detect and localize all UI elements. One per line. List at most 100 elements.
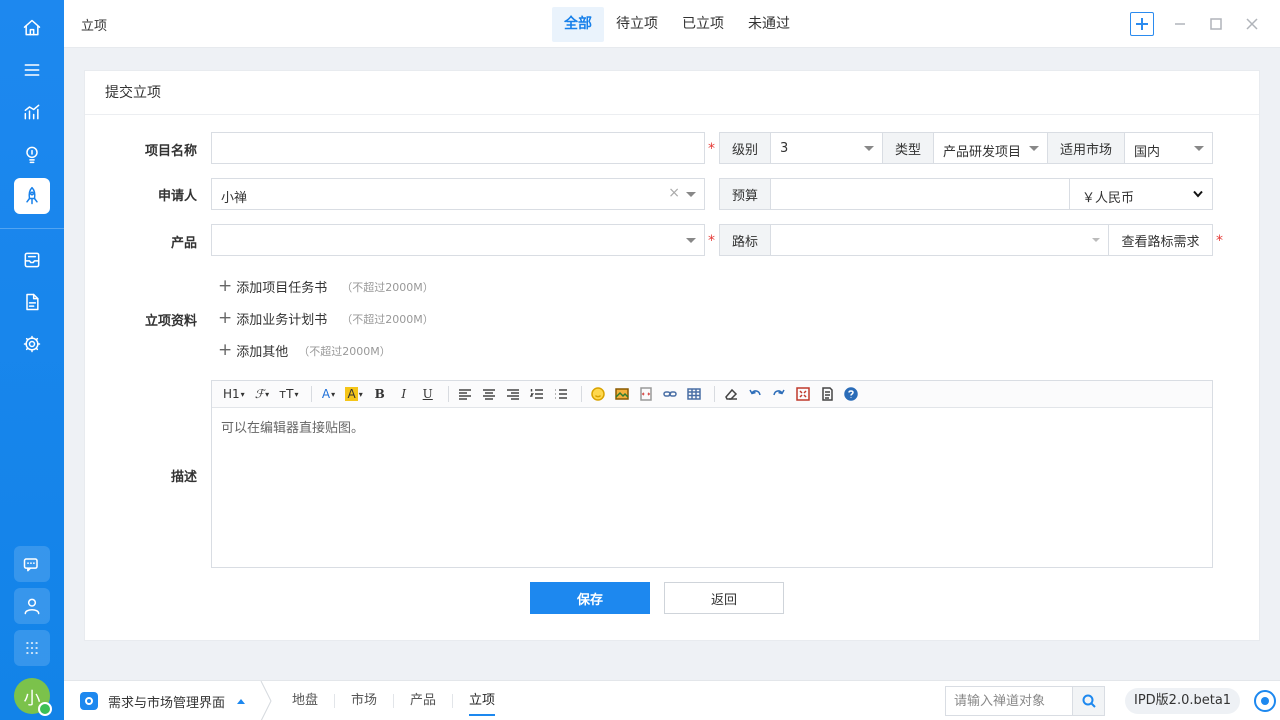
tab-all[interactable]: 全部 [552,7,604,42]
add-business-plan-button[interactable]: + 添加业务计划书 （不超过2000M） [218,308,434,329]
chevron-down-icon [1029,146,1039,151]
back-button[interactable]: 返回 [664,582,784,614]
source-icon[interactable] [817,384,837,404]
link-icon[interactable] [660,384,680,404]
home-icon[interactable] [14,10,50,46]
bold-button[interactable]: B [370,384,390,404]
tab-rejected[interactable]: 未通过 [736,7,802,42]
highlight-button[interactable]: A ▾ [342,384,365,404]
required-mark: * [1216,233,1223,249]
clear-icon[interactable]: × [668,185,680,201]
help-icon[interactable] [841,384,861,404]
applicant-select[interactable]: 小禅 × [211,178,705,210]
chevron-down-icon [864,146,874,151]
bulb-icon[interactable] [14,136,50,172]
italic-button[interactable]: I [394,384,414,404]
editor-toolbar: H1 ▾ ℱ ▾ тT ▾ A ▾ A ▾ B I U [212,381,1212,408]
online-status-icon [38,702,52,716]
code-icon[interactable] [636,384,656,404]
maximize-icon[interactable] [1204,12,1228,36]
image-icon[interactable] [612,384,632,404]
table-icon[interactable] [684,384,704,404]
tab-pending[interactable]: 待立项 [604,7,670,42]
market-select[interactable]: 国内 [1124,132,1213,164]
status-tabs: 全部 待立项 已立项 未通过 [552,7,802,42]
budget-input[interactable] [770,178,1070,210]
font-color-button[interactable]: A ▾ [318,384,338,404]
crumb-product[interactable]: 产品 [394,694,454,708]
roadmap-select[interactable] [770,224,1109,256]
rocket-icon[interactable] [14,178,50,214]
page-title: 立项 [81,19,108,34]
apps-icon[interactable] [14,630,50,666]
heading-button[interactable]: H1 ▾ [220,384,248,404]
zentao-logo-icon[interactable] [1254,690,1276,712]
align-center-icon[interactable] [479,384,499,404]
project-name-input[interactable] [211,132,705,164]
unordered-list-icon[interactable] [551,384,571,404]
close-icon[interactable] [1240,12,1264,36]
align-right-icon[interactable] [503,384,523,404]
undo-icon[interactable] [745,384,765,404]
product-select[interactable] [211,224,705,256]
plus-icon: + [218,340,233,360]
add-other-button[interactable]: + 添加其他 （不超过2000M） [218,340,391,361]
save-button[interactable]: 保存 [530,582,650,614]
align-left-icon[interactable] [455,384,475,404]
search-input[interactable] [946,687,1070,715]
doc-icon[interactable] [14,284,50,320]
left-sidebar: 小 [0,0,64,720]
redo-icon[interactable] [769,384,789,404]
chevron-down-icon [1193,190,1203,198]
search-icon[interactable] [1072,687,1104,715]
tab-approved[interactable]: 已立项 [670,7,736,42]
ordered-list-icon[interactable] [527,384,547,404]
chat-icon[interactable] [14,546,50,582]
required-mark: * [708,141,715,157]
type-label: 类型 [882,132,934,164]
chevron-down-icon [686,238,696,243]
top-bar: 立项 全部 待立项 已立项 未通过 [64,0,1280,48]
chart-icon[interactable] [14,94,50,130]
view-roadmap-button[interactable]: 查看路标需求 [1108,224,1213,256]
font-size-button[interactable]: тT ▾ [276,384,301,404]
roadmap-label: 路标 [719,224,771,256]
emoji-icon[interactable] [588,384,608,404]
underline-button[interactable]: U [418,384,438,404]
breadcrumb-separator-icon [260,681,272,720]
chevron-down-icon [1092,238,1100,242]
required-mark: * [708,233,715,249]
breadcrumb: 地盘 市场 产品 立项 [276,681,511,720]
level-label: 级别 [719,132,771,164]
product-label: 产品 [170,236,197,251]
fullscreen-icon[interactable] [793,384,813,404]
plus-icon: + [218,308,233,328]
materials-label: 立项资料 [144,314,197,329]
avatar[interactable]: 小 [14,678,52,716]
minimize-icon[interactable] [1168,12,1192,36]
level-select[interactable]: 3 [770,132,883,164]
crumb-market[interactable]: 市场 [335,694,395,708]
description-content[interactable]: 可以在编辑器直接贴图。 [212,408,1212,445]
type-select[interactable]: 产品研发项目 [933,132,1048,164]
menu-icon[interactable] [14,52,50,88]
font-family-button[interactable]: ℱ ▾ [252,384,272,404]
user-icon[interactable] [14,588,50,624]
global-search [945,686,1105,716]
inbox-icon[interactable] [14,242,50,278]
eraser-icon[interactable] [721,384,741,404]
app-switcher[interactable]: 需求与市场管理界面 [80,689,246,713]
panel-title: 提交立项 [85,71,1259,115]
plus-icon: + [218,276,233,296]
crumb-project[interactable]: 立项 [453,694,511,716]
add-task-book-button[interactable]: + 添加项目任务书 （不超过2000M） [218,276,434,297]
crumb-dashboard[interactable]: 地盘 [276,694,336,708]
add-icon[interactable] [1130,12,1154,36]
bottom-bar: 需求与市场管理界面 地盘 市场 产品 立项 IPD版2.0.beta1 [64,680,1280,720]
currency-select[interactable]: ￥人民币 [1069,178,1213,210]
gear-icon[interactable] [14,326,50,362]
budget-label: 预算 [719,178,771,210]
version-badge: IPD版2.0.beta1 [1125,688,1241,714]
project-name-label: 项目名称 [144,144,197,159]
market-label: 适用市场 [1047,132,1125,164]
